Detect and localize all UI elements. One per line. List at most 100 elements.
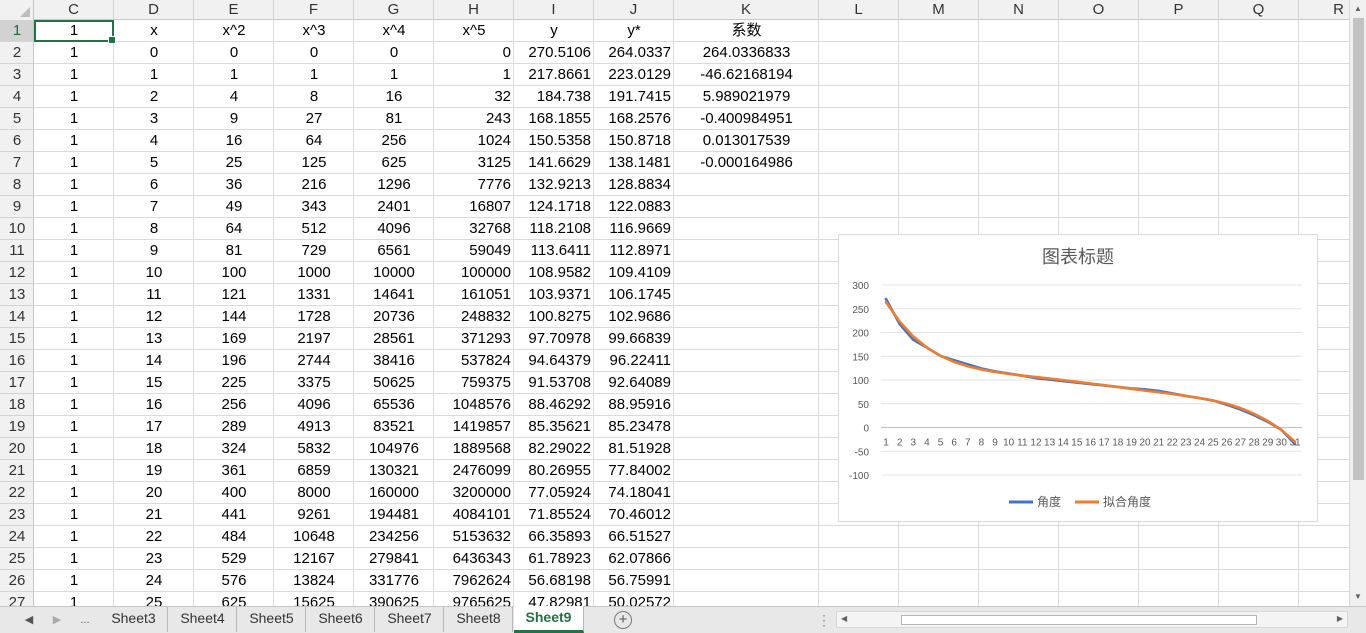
cell[interactable]: 16807 [434, 196, 514, 218]
row-header-7[interactable]: 7 [0, 152, 33, 174]
cell[interactable]: 2 [114, 86, 194, 108]
cell[interactable]: 70.46012 [594, 504, 674, 526]
cell[interactable]: 5832 [274, 438, 354, 460]
cell[interactable]: 56.75991 [594, 570, 674, 592]
cell[interactable]: 102.9686 [594, 306, 674, 328]
cell[interactable]: 1000 [274, 262, 354, 284]
column-header-J[interactable]: J [594, 0, 674, 20]
column-header-Q[interactable]: Q [1219, 0, 1299, 20]
cell[interactable]: 1 [34, 108, 114, 130]
cell[interactable]: 13 [114, 328, 194, 350]
cell[interactable]: 5 [114, 152, 194, 174]
cell[interactable]: 71.85524 [514, 504, 594, 526]
cell[interactable]: 125 [274, 152, 354, 174]
cell[interactable]: 1 [34, 482, 114, 504]
cell[interactable]: 1 [34, 196, 114, 218]
tab-sheet3[interactable]: Sheet3 [100, 607, 168, 632]
cell[interactable]: 81.51928 [594, 438, 674, 460]
row-header-5[interactable]: 5 [0, 108, 33, 130]
cell[interactable]: 289 [194, 416, 274, 438]
cell[interactable]: 4913 [274, 416, 354, 438]
row-header-10[interactable]: 10 [0, 218, 33, 240]
cell[interactable]: 112.8971 [594, 240, 674, 262]
cell[interactable]: 243 [434, 108, 514, 130]
cell[interactable]: 36 [194, 174, 274, 196]
cell[interactable]: 106.1745 [594, 284, 674, 306]
cell[interactable]: 1 [34, 592, 114, 606]
cell[interactable]: 94.64379 [514, 350, 594, 372]
row-header-14[interactable]: 14 [0, 306, 33, 328]
cell[interactable]: 625 [194, 592, 274, 606]
cell[interactable]: 1419857 [434, 416, 514, 438]
column-header-I[interactable]: I [514, 0, 594, 20]
row-header-27[interactable]: 27 [0, 592, 33, 606]
cell[interactable]: 1 [34, 306, 114, 328]
cell[interactable]: 1 [34, 394, 114, 416]
cell[interactable]: 16 [114, 394, 194, 416]
scroll-left-arrow-icon[interactable]: ◀ [841, 614, 847, 623]
cell[interactable]: 20 [114, 482, 194, 504]
cell[interactable]: 216 [274, 174, 354, 196]
cell[interactable]: 441 [194, 504, 274, 526]
tab-sheet6[interactable]: Sheet6 [307, 607, 375, 632]
cell[interactable]: 77.05924 [514, 482, 594, 504]
cell[interactable]: 1889568 [434, 438, 514, 460]
cell[interactable]: 38416 [354, 350, 434, 372]
cell[interactable]: 59049 [434, 240, 514, 262]
tab-sheet8[interactable]: Sheet8 [445, 607, 513, 632]
cell[interactable]: 124.1718 [514, 196, 594, 218]
cell[interactable]: 1 [34, 86, 114, 108]
cell[interactable]: 1 [34, 174, 114, 196]
cell[interactable]: 56.68198 [514, 570, 594, 592]
cell[interactable]: 13824 [274, 570, 354, 592]
cell[interactable]: 122.0883 [594, 196, 674, 218]
cell[interactable]: 168.1855 [514, 108, 594, 130]
cell[interactable]: 5.989021979 [674, 86, 819, 108]
cell[interactable]: 61.78923 [514, 548, 594, 570]
cell[interactable]: 10648 [274, 526, 354, 548]
cell[interactable]: 6859 [274, 460, 354, 482]
cell[interactable]: 9 [194, 108, 274, 130]
cell[interactable]: -46.62168194 [674, 64, 819, 86]
cell[interactable]: 194481 [354, 504, 434, 526]
cell[interactable]: 217.8661 [514, 64, 594, 86]
tab-sheet4[interactable]: Sheet4 [169, 607, 237, 632]
cell[interactable]: 729 [274, 240, 354, 262]
column-header-D[interactable]: D [114, 0, 194, 20]
cell[interactable]: 144 [194, 306, 274, 328]
row-header-11[interactable]: 11 [0, 240, 33, 262]
cell[interactable]: 15625 [274, 592, 354, 606]
cell[interactable]: 100 [194, 262, 274, 284]
row-header-26[interactable]: 26 [0, 570, 33, 592]
cell[interactable]: 108.9582 [514, 262, 594, 284]
cell[interactable]: 4084101 [434, 504, 514, 526]
cell[interactable]: 9261 [274, 504, 354, 526]
row-header-6[interactable]: 6 [0, 130, 33, 152]
column-header-M[interactable]: M [899, 0, 979, 20]
cell[interactable]: 7 [114, 196, 194, 218]
cell[interactable]: 82.29022 [514, 438, 594, 460]
cell[interactable]: 100.8275 [514, 306, 594, 328]
cell[interactable]: 1 [34, 504, 114, 526]
cell[interactable]: 23 [114, 548, 194, 570]
cell[interactable]: 130321 [354, 460, 434, 482]
cell[interactable]: 121 [194, 284, 274, 306]
line-chart[interactable]: 图表标题 300 250 200 150 100 50 0 -50 -100 1 2 3 4 5 6 7 8 9 1… [838, 234, 1318, 522]
cell[interactable]: 20736 [354, 306, 434, 328]
cell[interactable]: 14 [114, 350, 194, 372]
cell[interactable]: 100000 [434, 262, 514, 284]
tab-prev-icon[interactable]: ◀ [18, 610, 40, 630]
row-header-22[interactable]: 22 [0, 482, 33, 504]
cell[interactable]: 184.738 [514, 86, 594, 108]
cell[interactable]: 1 [34, 570, 114, 592]
cell[interactable]: 92.64089 [594, 372, 674, 394]
cell[interactable]: 1024 [434, 130, 514, 152]
cell[interactable]: 169 [194, 328, 274, 350]
cell[interactable]: 47.82981 [514, 592, 594, 606]
cell[interactable]: 1 [114, 64, 194, 86]
cell[interactable]: 2401 [354, 196, 434, 218]
cell[interactable]: 系数 [674, 20, 819, 42]
cell[interactable]: 88.95916 [594, 394, 674, 416]
cell[interactable]: 625 [354, 152, 434, 174]
cell[interactable]: 97.70978 [514, 328, 594, 350]
